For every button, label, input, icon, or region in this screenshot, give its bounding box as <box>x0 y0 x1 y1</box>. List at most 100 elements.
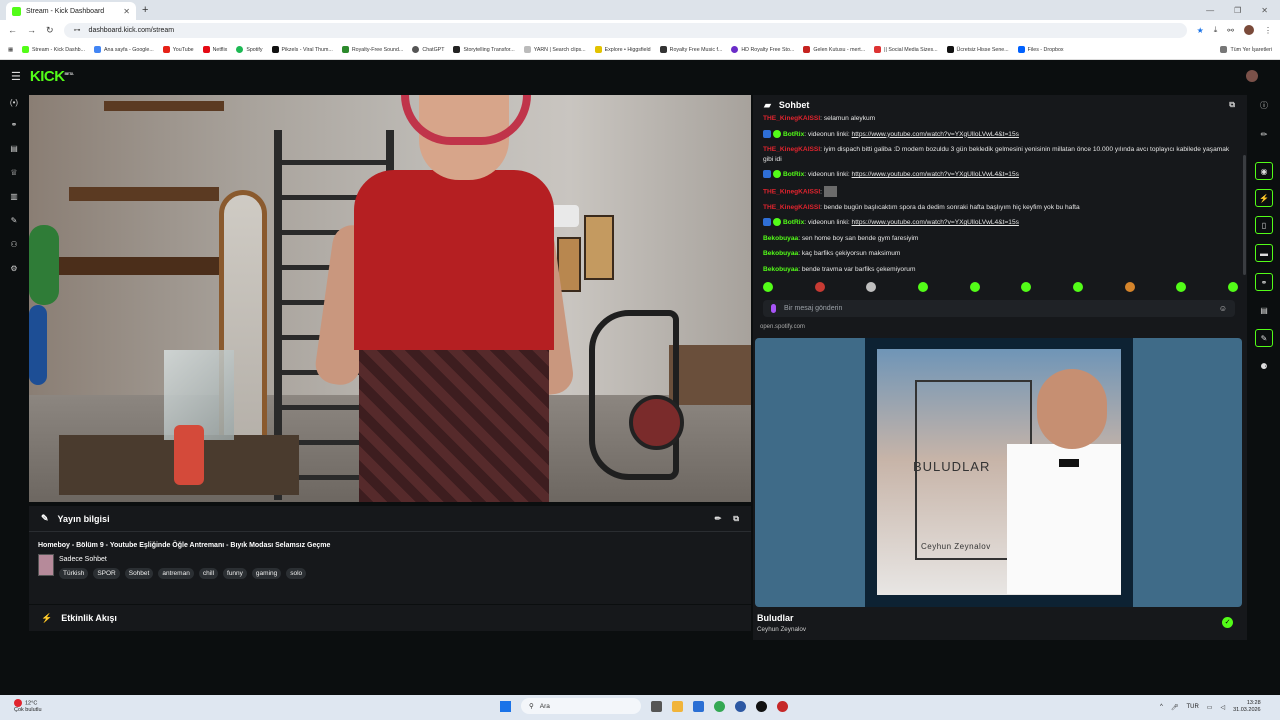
link-icon[interactable]: ⚭ <box>0 112 28 136</box>
bookmark-item[interactable]: Files - Dropbox <box>1017 46 1064 53</box>
popout-icon[interactable]: ⧉ <box>733 514 739 524</box>
bookmark-item[interactable]: HD Royalty Free Sto... <box>731 46 794 53</box>
chat-username[interactable]: Bekobuyaa <box>763 250 798 257</box>
link-widget-icon[interactable]: ⚭ <box>1255 273 1273 291</box>
lightning-widget-icon[interactable]: ⚡ <box>1255 189 1273 207</box>
emote-icon[interactable] <box>969 282 980 292</box>
edit-pencil-icon[interactable]: ✏ <box>1255 125 1273 143</box>
bookmark-star-icon[interactable]: ★ <box>1197 26 1204 35</box>
weather-widget[interactable]: 12°C Çok bulutlu <box>14 699 42 714</box>
bookmark-item[interactable]: Spotify <box>236 46 263 53</box>
emote-icon[interactable] <box>866 282 877 292</box>
emote-icon[interactable] <box>763 282 773 292</box>
chat-username[interactable]: Bekobuyaa <box>763 266 798 273</box>
apps-grid-icon[interactable]: ▦ <box>8 47 13 53</box>
file-explorer-icon[interactable] <box>672 700 683 712</box>
bookmark-item[interactable]: Ücretsiz Hisse Sene... <box>946 46 1009 53</box>
chat-link[interactable]: https://www.youtube.com/watch?v=YXgUlloL… <box>852 219 1019 226</box>
library-widget-icon[interactable]: ▤ <box>1255 301 1273 319</box>
new-tab-icon[interactable]: + <box>142 4 148 16</box>
emote-icon[interactable] <box>1227 282 1238 292</box>
emote-icon[interactable] <box>1176 282 1187 292</box>
kick-logo[interactable]: KICKBETA <box>30 68 74 85</box>
bookmark-item[interactable]: Storytelling Transfor... <box>453 46 515 53</box>
chat-link[interactable]: https://www.youtube.com/watch?v=YXgUlloL… <box>852 171 1019 178</box>
minimize-icon[interactable]: — <box>1206 6 1214 15</box>
language-indicator[interactable]: TUR <box>1186 704 1198 710</box>
bookmark-item[interactable]: Explore • Higgsfield <box>594 46 651 53</box>
chat-username[interactable]: THE_KinegKAISSI <box>763 115 820 122</box>
chat-widget-icon[interactable]: ▬ <box>1255 244 1273 262</box>
tag[interactable]: antreman <box>158 568 194 579</box>
emote-icon[interactable] <box>1124 282 1135 292</box>
clock[interactable]: 13:28 31.03.2026 <box>1233 700 1261 714</box>
extensions-icon[interactable]: ⚯ <box>1227 26 1234 35</box>
download-icon[interactable]: ⤓ <box>1214 25 1218 35</box>
settings-icon[interactable]: ⚙ <box>0 256 28 280</box>
volume-icon[interactable]: ◁ <box>1220 704 1225 711</box>
bookmark-item[interactable]: Gelen Kutusu - mert... <box>803 46 865 53</box>
tag[interactable]: gaming <box>251 568 282 579</box>
back-icon[interactable]: ← <box>8 25 17 35</box>
edit-icon[interactable]: ✏ <box>715 514 722 524</box>
chat-username[interactable]: BotRix <box>783 131 804 138</box>
windows-start-icon[interactable] <box>500 700 511 712</box>
emote-icon[interactable] <box>1021 282 1032 292</box>
tag[interactable]: Sohbet <box>124 568 154 579</box>
forward-icon[interactable]: → <box>27 25 36 35</box>
tag[interactable]: Türkish <box>59 568 89 579</box>
site-info-icon[interactable]: ⊶ <box>74 26 81 34</box>
tools-icon[interactable]: ✎ <box>0 208 28 232</box>
bookmark-item[interactable]: Stream - Kick Dashb... <box>22 46 85 53</box>
tools-widget-icon[interactable]: ✎ <box>1255 329 1273 347</box>
document-widget-icon[interactable]: ▯ <box>1255 216 1273 234</box>
chat-link[interactable]: https://www.youtube.com/watch?v=YXgUlloL… <box>852 131 1019 138</box>
bookmark-item[interactable]: Royalty Free Music f... <box>659 46 722 53</box>
microphone-icon[interactable] <box>771 304 776 313</box>
profile-avatar[interactable] <box>1244 25 1254 35</box>
library-icon[interactable]: ▥ <box>0 184 28 208</box>
bookmark-item[interactable]: Netflix <box>202 46 227 53</box>
tag[interactable]: SPOR <box>93 568 120 579</box>
stream-video-preview[interactable] <box>29 95 751 502</box>
stream-icon[interactable]: (•) <box>0 92 28 112</box>
user-avatar[interactable] <box>1246 70 1258 82</box>
tag[interactable]: funny <box>223 568 247 579</box>
category-name[interactable]: Sadece Sohbet <box>59 556 107 563</box>
hamburger-menu-icon[interactable]: ☰ <box>11 70 21 83</box>
reload-icon[interactable]: ↻ <box>46 25 54 36</box>
app-icon[interactable] <box>735 700 746 712</box>
community-icon[interactable]: ⚇ <box>0 232 28 256</box>
task-view-icon[interactable] <box>651 700 662 712</box>
chrome-icon[interactable] <box>714 700 725 712</box>
dashboard-icon[interactable]: ▤ <box>0 136 28 160</box>
bookmark-item[interactable]: Royalty-Free Sound... <box>341 46 403 53</box>
close-tab-icon[interactable]: ✕ <box>123 7 130 16</box>
all-bookmarks[interactable]: Tüm Yer İşaretleri <box>1220 46 1272 53</box>
info-icon[interactable]: ⓘ <box>1255 96 1273 114</box>
emote-icon[interactable] <box>917 282 928 292</box>
bookmark-item[interactable]: Ana sayfa - Google... <box>94 46 154 53</box>
chat-username[interactable]: THE_KinegKAISSI <box>763 146 820 153</box>
mic-tray-icon[interactable]: 🎤︎ <box>1171 704 1179 711</box>
bookmark-item[interactable]: Pikzels - Viral Thum... <box>271 46 333 53</box>
menu-icon[interactable]: ⋮ <box>1264 26 1272 35</box>
network-icon[interactable]: ▭ <box>1207 704 1213 711</box>
bookmark-item[interactable]: YARN | Search clips... <box>523 46 586 53</box>
chat-input[interactable]: Bir mesaj gönderin ☺ <box>763 300 1235 317</box>
store-icon[interactable] <box>693 700 704 712</box>
trophy-icon[interactable]: ♕ <box>0 160 28 184</box>
chat-username[interactable]: BotRix <box>783 219 804 226</box>
chat-scrollbar[interactable] <box>1243 155 1246 275</box>
bookmark-item[interactable]: ChatGPT <box>412 46 444 53</box>
tag[interactable]: solo <box>286 568 307 579</box>
chat-username[interactable]: THE_KinegKAISSI <box>763 188 820 195</box>
chat-username[interactable]: THE_KinegKAISSI <box>763 204 820 211</box>
tray-chevron-icon[interactable]: ^ <box>1160 704 1163 710</box>
address-bar[interactable]: ⊶ dashboard.kick.com/stream <box>63 22 1187 38</box>
emote-icon[interactable] <box>1072 282 1083 292</box>
bookmark-item[interactable]: YouTube <box>162 46 194 53</box>
close-window-icon[interactable]: ✕ <box>1261 6 1268 15</box>
app-icon[interactable] <box>777 700 788 712</box>
plugins-icon[interactable]: ⚈ <box>1255 357 1273 375</box>
